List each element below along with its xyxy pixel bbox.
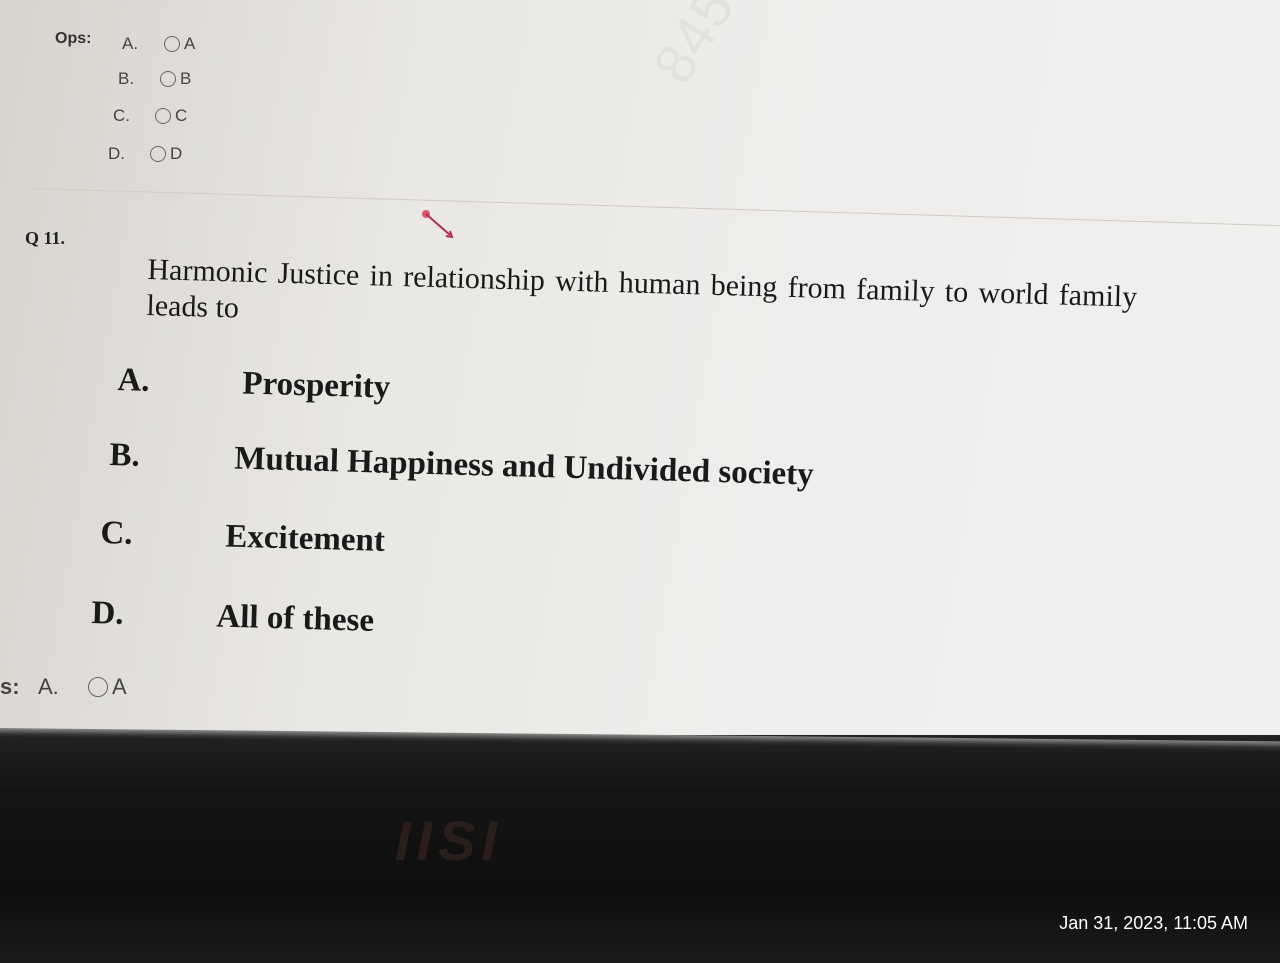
current-ops: s: A. A: [0, 674, 127, 700]
choice-text: Prosperity: [241, 365, 391, 406]
option-text: D: [170, 144, 183, 163]
prev-option-a[interactable]: A. A: [122, 34, 195, 54]
option-text: B: [180, 69, 192, 88]
question-number: Q 11.: [25, 228, 66, 248]
option-letter: D.: [108, 144, 125, 163]
prev-option-b[interactable]: B. B: [118, 69, 191, 89]
watermark: 8451: [640, 0, 765, 94]
mouse-pointer-icon: [422, 210, 454, 239]
choice-letter: C.: [99, 515, 134, 552]
option-letter: A.: [38, 674, 59, 699]
msi-logo: IISI: [395, 809, 504, 872]
choice-a: A. Prosperity: [117, 362, 391, 407]
radio-icon[interactable]: [150, 146, 166, 162]
choice-letter: A.: [116, 362, 151, 399]
prev-option-c[interactable]: C. C: [113, 106, 187, 126]
question-divider: [29, 188, 1280, 227]
radio-icon[interactable]: [160, 71, 176, 87]
choice-b: B. Mutual Happiness and Undivided society: [109, 437, 814, 494]
choice-letter: B.: [108, 437, 141, 474]
ops-label: s:: [0, 674, 20, 699]
option-letter: C.: [113, 106, 130, 125]
photo-timestamp: Jan 31, 2023, 11:05 AM: [1059, 913, 1248, 933]
exam-screen: 8451 Ops: A. A B. B C. C D. D Q 11. Harm…: [0, 0, 1280, 735]
prev-option-d[interactable]: D. D: [108, 144, 182, 164]
option-text: A: [184, 34, 196, 53]
radio-icon[interactable]: [155, 108, 171, 124]
choice-c: C. Excitement: [100, 515, 385, 560]
option-text: A: [112, 674, 127, 699]
radio-icon[interactable]: [88, 677, 108, 697]
choice-d: D. All of these: [91, 595, 375, 640]
option-letter: A.: [122, 34, 139, 53]
question-text: Harmonic Justice in relationship with hu…: [146, 252, 1138, 325]
prev-ops-label: Ops:: [55, 30, 92, 47]
choice-text: Mutual Happiness and Undivided society: [233, 440, 815, 493]
option-letter: B.: [118, 69, 135, 88]
radio-icon[interactable]: [164, 36, 180, 52]
choice-text: All of these: [215, 598, 375, 639]
choice-text: Excitement: [224, 518, 386, 559]
choice-letter: D.: [90, 595, 125, 632]
option-text: C: [175, 106, 188, 125]
